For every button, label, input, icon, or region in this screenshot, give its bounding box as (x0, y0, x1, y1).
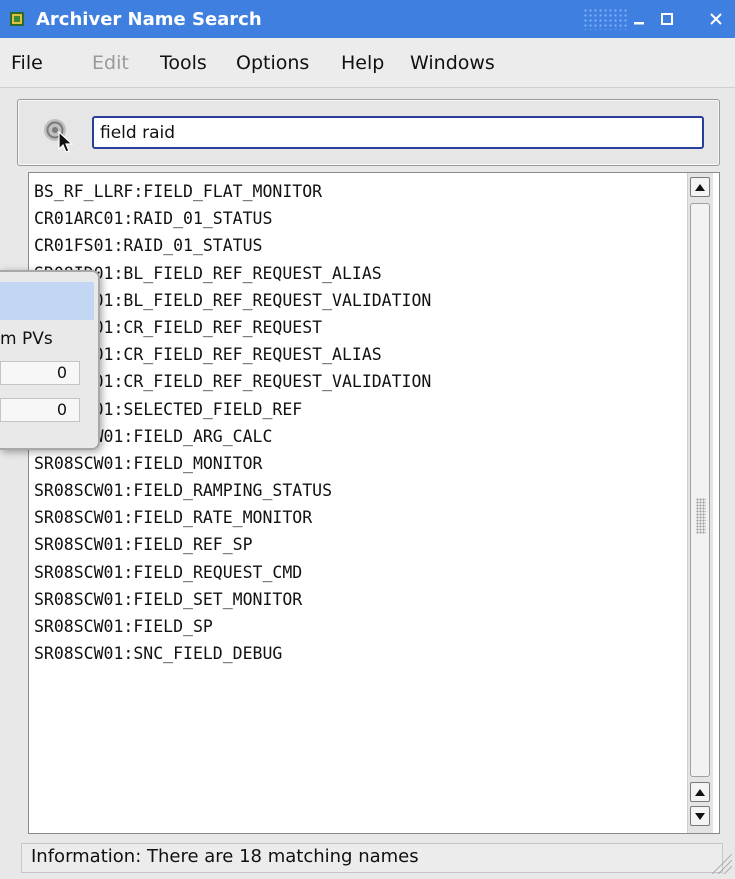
titlebar-pattern (583, 8, 629, 30)
scroll-thumb[interactable] (690, 203, 710, 777)
list-item[interactable]: SR08SCW01:FIELD_MONITOR (34, 450, 431, 477)
list-item[interactable]: SR08SCW01:FIELD_REF_SP (34, 531, 431, 558)
title-bar[interactable]: Archiver Name Search (0, 0, 735, 38)
menu-help[interactable]: Help (341, 52, 384, 74)
menu-windows[interactable]: Windows (410, 52, 495, 74)
list-item[interactable]: SR08SCW01:FIELD_RATE_MONITOR (34, 504, 431, 531)
window-title: Archiver Name Search (36, 9, 262, 30)
list-item[interactable]: BS_RF_LLRF:FIELD_FLAT_MONITOR (34, 178, 431, 205)
list-item[interactable]: CR01FS01:RAID_01_STATUS (34, 232, 431, 259)
list-item[interactable]: SR08SCW01:FIELD_REQUEST_CMD (34, 559, 431, 586)
menu-file[interactable]: File (11, 52, 43, 74)
close-button[interactable] (705, 8, 727, 30)
arrow-up-icon (695, 788, 705, 796)
menu-options[interactable]: Options (236, 52, 309, 74)
arrow-up-icon (695, 183, 705, 191)
menu-tools[interactable]: Tools (160, 52, 207, 74)
list-item[interactable]: SR08SCW01:SNC_FIELD_DEBUG (34, 640, 431, 667)
arrow-down-icon (695, 812, 705, 820)
overlay-value-field: 0 (0, 398, 80, 422)
grip-icon (696, 498, 706, 534)
search-icon (44, 119, 74, 153)
menu-edit[interactable]: Edit (92, 52, 129, 74)
minimize-button[interactable] (628, 8, 650, 30)
vertical-scrollbar[interactable] (687, 173, 713, 833)
close-icon (710, 13, 722, 25)
list-item[interactable]: SR08SCW01:FIELD_RAMPING_STATUS (34, 477, 431, 504)
overlay-panel: m PVs 0 0 (0, 270, 100, 450)
overlay-value-field: 0 (0, 361, 80, 385)
search-input[interactable] (92, 116, 704, 149)
list-item[interactable]: SR08SCW01:FIELD_SP (34, 613, 431, 640)
scroll-up-button[interactable] (690, 177, 710, 197)
app-icon (10, 12, 24, 26)
list-item[interactable]: CR01ARC01:RAID_01_STATUS (34, 205, 431, 232)
status-bar: Information: There are 18 matching names (21, 843, 723, 873)
maximize-button[interactable] (656, 8, 678, 30)
results-list[interactable]: BS_RF_LLRF:FIELD_FLAT_MONITOR CR01ARC01:R… (28, 172, 720, 834)
scroll-up-button-lower[interactable] (690, 782, 710, 802)
overlay-header[interactable] (0, 282, 94, 320)
scroll-down-button[interactable] (690, 806, 710, 826)
resize-grip-icon[interactable] (712, 854, 732, 874)
menu-bar: File Edit Tools Options Help Windows (0, 38, 735, 88)
maximize-icon (661, 13, 673, 25)
minimize-icon (634, 22, 644, 25)
overlay-label: m PVs (0, 329, 53, 349)
archiver-name-search-window: Archiver Name Search File Edit Tools Opt… (0, 0, 735, 879)
list-item[interactable]: SR08SCW01:FIELD_SET_MONITOR (34, 586, 431, 613)
